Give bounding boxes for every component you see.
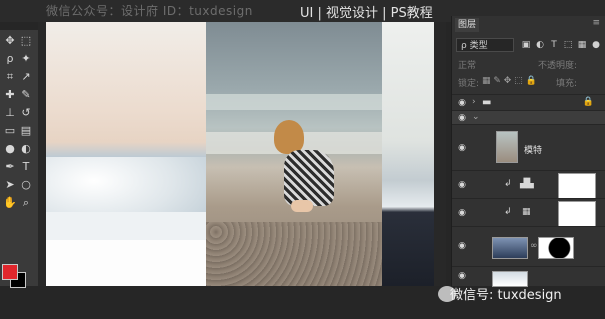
tools-panel: ✥ ⬚ ρ ✦ ⌗ ↗ ✚ ✎ ⊥ ↺ ▭ ▤ ● ◐ ✒ T ➤ ○ ✋ ⌕	[0, 30, 39, 288]
smart-filter-icon[interactable]: ▦	[576, 39, 588, 51]
zoom-tool-icon[interactable]: ⌕	[19, 196, 33, 210]
document-canvas[interactable]	[46, 22, 434, 286]
layer-filter-select[interactable]: ρ 类型	[456, 38, 514, 52]
crop-tool-icon[interactable]: ⌗	[3, 70, 17, 84]
shape-tool-icon[interactable]: ○	[19, 178, 33, 192]
eye-icon[interactable]: ◉	[457, 98, 467, 108]
cloud-layer-bottom	[46, 212, 206, 240]
move-tool-icon[interactable]: ✥	[3, 34, 17, 48]
layer-name[interactable]: 模特	[524, 143, 542, 156]
lasso-tool-icon[interactable]: ρ	[3, 52, 17, 66]
wave-foam	[206, 94, 382, 110]
eye-icon[interactable]: ◉	[457, 271, 467, 281]
child-leg	[291, 200, 313, 212]
layer-row-levels[interactable]: ◉ ↲ ▟▙	[452, 170, 605, 199]
layers-panel: 图层 ≡ ρ 类型 ▣ ◐ T ⬚ ▦ ● 正常 不透明度: 锁定: ▦ ✎ ✥…	[451, 16, 605, 287]
opacity-label: 不透明度:	[538, 61, 578, 71]
blur-tool-icon[interactable]: ●	[3, 142, 17, 156]
hand-tool-icon[interactable]: ✋	[3, 196, 17, 210]
clip-arrow-icon: ↲	[504, 207, 512, 217]
folder-icon: ▬	[482, 97, 492, 108]
top-links: UI | 视觉设计 | PS教程	[300, 6, 433, 21]
layer-row-group-open[interactable]: ◉ ⌄	[452, 110, 605, 125]
levels-icon: ▟▙	[520, 179, 534, 189]
layer-mask-thumbnail	[558, 201, 596, 227]
blend-mode-select[interactable]: 正常	[458, 58, 476, 71]
magic-wand-icon[interactable]: ✦	[19, 52, 33, 66]
fill-label: 填充:	[556, 79, 578, 89]
lock-row: 锁定: ▦ ✎ ✥ ⬚ 🔒 填充:	[454, 76, 602, 90]
eye-icon[interactable]: ◉	[457, 113, 467, 123]
eye-icon[interactable]: ◉	[457, 180, 467, 190]
brush-tool-icon[interactable]: ✎	[19, 88, 33, 102]
layer-filter-row: ρ 类型 ▣ ◐ T ⬚ ▦ ●	[454, 38, 602, 54]
lock-icons[interactable]: ▦ ✎ ✥ ⬚ 🔒	[482, 76, 537, 86]
foreground-color-swatch[interactable]	[2, 264, 18, 280]
watermark-top: 微信公众号：设计府 ID：tuxdesign	[46, 4, 253, 18]
layer-thumbnail	[492, 237, 528, 259]
layer-row-group[interactable]: ◉ › ▬ 🔒	[452, 94, 605, 111]
sky-image-right	[382, 22, 434, 286]
lock-label: 锁定:	[458, 79, 480, 89]
eye-icon[interactable]: ◉	[457, 143, 467, 153]
pebble-ground	[206, 222, 382, 286]
chevron-right-icon[interactable]: ›	[472, 97, 476, 107]
healing-brush-icon[interactable]: ✚	[3, 88, 17, 102]
layer-mask-thumbnail	[558, 173, 596, 199]
shape-filter-icon[interactable]: ⬚	[562, 39, 574, 51]
path-select-icon[interactable]: ➤	[3, 178, 17, 192]
child-hair	[274, 120, 304, 154]
clone-stamp-icon[interactable]: ⊥	[3, 106, 17, 120]
layer-mask-thumbnail	[538, 237, 574, 259]
marquee-tool-icon[interactable]: ⬚	[19, 34, 33, 48]
dodge-tool-icon[interactable]: ◐	[19, 142, 33, 156]
lock-icon: 🔒	[582, 97, 594, 107]
layer-row-curves[interactable]: ◉ ↲ ▦	[452, 198, 605, 227]
pixel-filter-icon[interactable]: ▣	[520, 39, 532, 51]
filter-toggle-icon[interactable]: ●	[590, 39, 602, 51]
gradient-tool-icon[interactable]: ▤	[19, 124, 33, 138]
curves-icon: ▦	[522, 207, 531, 217]
eye-icon[interactable]: ◉	[457, 208, 467, 218]
blend-row: 正常 不透明度:	[454, 58, 602, 72]
clip-arrow-icon: ↲	[504, 179, 512, 189]
type-tool-icon[interactable]: T	[19, 160, 33, 174]
layers-tab[interactable]: 图层	[455, 18, 479, 32]
child-body	[284, 150, 334, 206]
link-icon: ∞	[530, 241, 538, 251]
eraser-icon[interactable]: ▭	[3, 124, 17, 138]
eye-icon[interactable]: ◉	[457, 241, 467, 251]
layer-thumbnail	[496, 131, 518, 163]
panel-menu-icon[interactable]: ≡	[592, 18, 600, 28]
adjustment-filter-icon[interactable]: ◐	[534, 39, 546, 51]
watermark-bottom: 微信号: tuxdesign	[450, 288, 562, 303]
blank-area	[46, 240, 206, 286]
type-filter-icon[interactable]: T	[548, 39, 560, 51]
history-brush-icon[interactable]: ↺	[19, 106, 33, 120]
layer-row-image-mask[interactable]: ◉ ∞	[452, 226, 605, 267]
layer-row-model[interactable]: ◉ 模特	[452, 124, 605, 171]
canvas-area	[38, 22, 446, 286]
chevron-down-icon[interactable]: ⌄	[472, 112, 480, 122]
eyedropper-icon[interactable]: ↗	[19, 70, 33, 84]
pen-tool-icon[interactable]: ✒	[3, 160, 17, 174]
